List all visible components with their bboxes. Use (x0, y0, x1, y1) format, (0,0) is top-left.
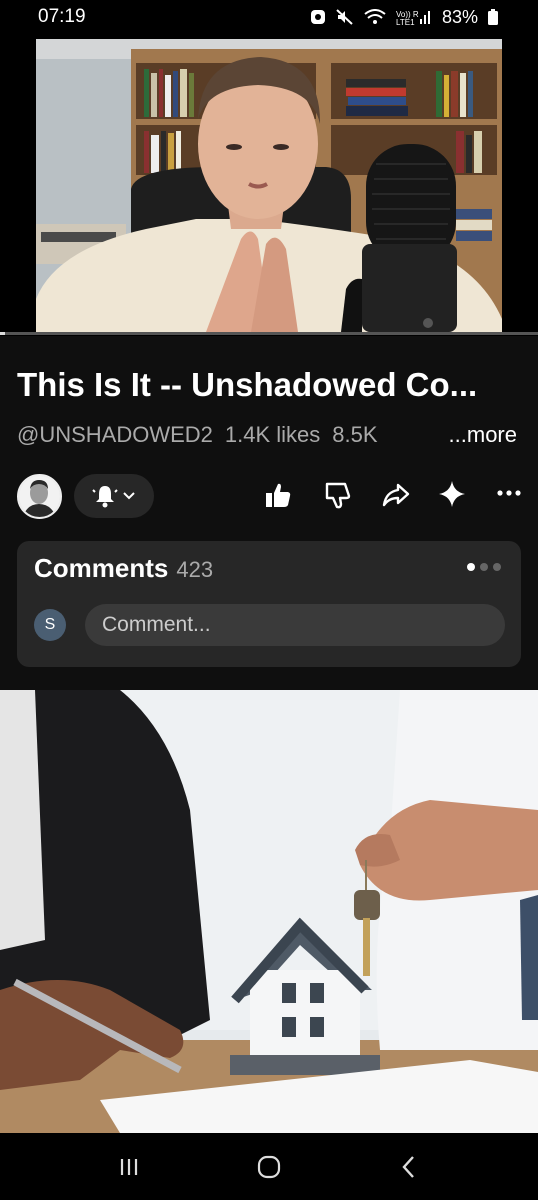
page-dot (480, 563, 488, 571)
status-time: 07:19 (38, 6, 86, 27)
comments-page-dots (467, 563, 501, 571)
thumbs-up-icon (266, 483, 291, 507)
channel-avatar[interactable] (17, 473, 62, 519)
status-bar: 07:19 Vo)) R LTE1 83% (0, 0, 538, 34)
promo-image[interactable] (0, 690, 538, 1133)
comments-card[interactable]: Comments 423 S Comment... (17, 541, 521, 667)
video-title[interactable]: This Is It -- Unshadowed Co... (17, 366, 522, 404)
subscription-bell-button[interactable] (74, 474, 154, 518)
video-progress-bar[interactable] (0, 332, 538, 335)
app-notification-icon (310, 10, 325, 24)
dislike-button[interactable] (323, 480, 353, 510)
actions-row (17, 472, 522, 520)
video-info-panel: This Is It -- Unshadowed Co... @UNSHADOW… (0, 336, 538, 690)
page-dot (467, 563, 475, 571)
page-dot (493, 563, 501, 571)
user-avatar: S (34, 609, 66, 641)
comments-header: Comments 423 (34, 553, 213, 584)
home-icon[interactable] (256, 1154, 282, 1180)
video-player[interactable] (0, 34, 538, 336)
like-button[interactable] (263, 480, 293, 510)
more-actions-button[interactable] (497, 490, 521, 496)
battery-icon (488, 9, 498, 25)
sparkle-icon (439, 481, 465, 507)
more-link[interactable]: ...more (449, 422, 517, 448)
comments-count: 423 (176, 557, 214, 582)
status-icons: Vo)) R LTE1 83% (310, 7, 498, 28)
mute-icon (336, 9, 353, 25)
share-icon (382, 483, 410, 507)
signal-icon: Vo)) RLTE1 (396, 10, 430, 25)
thumbs-down-icon (325, 482, 351, 509)
svg-text:LTE1: LTE1 (396, 18, 415, 25)
share-button[interactable] (381, 480, 411, 510)
video-progress-fill (0, 332, 6, 335)
bell-icon (92, 486, 118, 508)
ask-ai-button[interactable] (437, 479, 467, 509)
video-meta-row[interactable]: @UNSHADOWED2 1.4K likes 8.5K ...more (17, 422, 517, 448)
recent-apps-icon[interactable] (118, 1156, 140, 1178)
comment-input[interactable]: Comment... (85, 604, 505, 646)
channel-handle[interactable]: @UNSHADOWED2 (17, 422, 213, 448)
battery-percent: 83% (441, 6, 478, 27)
video-thumbnail-image (36, 39, 502, 332)
comments-title: Comments (34, 553, 169, 583)
video-frame[interactable] (36, 39, 502, 332)
views-count: 8.5K (332, 422, 378, 447)
back-icon[interactable] (398, 1154, 420, 1180)
house-keys-image (0, 690, 538, 1133)
system-nav-bar (0, 1133, 538, 1200)
likes-count: 1.4K likes (224, 422, 321, 447)
more-icon (497, 490, 521, 496)
chevron-down-icon (123, 492, 135, 500)
wifi-icon (364, 9, 386, 24)
